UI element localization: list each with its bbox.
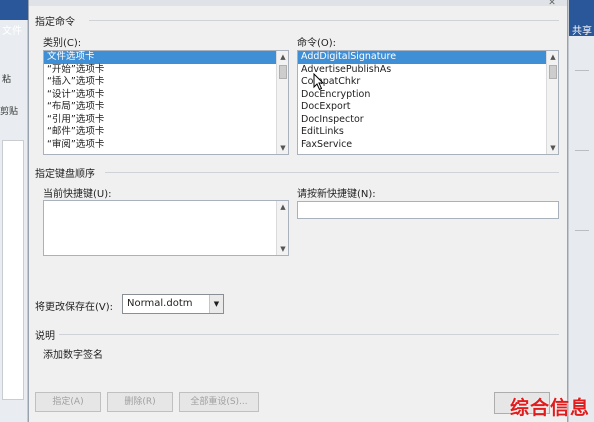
commands-label: 命令(O): <box>297 38 337 49</box>
category-list-item[interactable]: “插入”选项卡 <box>44 76 288 89</box>
scroll-down-icon[interactable]: ▼ <box>277 142 288 154</box>
command-list-item[interactable]: CompatChkr <box>298 76 558 89</box>
save-in-select[interactable]: Normal.dotm ▼ <box>122 294 224 314</box>
document-area-left <box>2 140 24 400</box>
categories-listbox[interactable]: 文件选项卡 “开始”选项卡 “插入”选项卡 “设计”选项卡 “布局”选项卡 “引用”选项卡… <box>43 50 289 155</box>
close-icon[interactable]: ✕ <box>543 0 561 8</box>
customize-keyboard-dialog: ✕ 指定命令 类别(C): 文件选项卡 “开始”选项卡 “插入”选项卡 “设计”选项卡… <box>28 0 568 422</box>
scroll-up-icon[interactable]: ▲ <box>277 51 288 63</box>
commands-listbox[interactable]: AddDigitalSignature AdvertisePublishAs Com… <box>297 50 559 155</box>
scroll-down-icon[interactable]: ▼ <box>277 243 288 255</box>
category-list-item[interactable]: “审阅”选项卡 <box>44 139 288 152</box>
command-list-item[interactable]: DocInspector <box>298 114 558 127</box>
scroll-up-icon[interactable]: ▲ <box>547 51 558 63</box>
chevron-down-icon[interactable]: ▼ <box>209 295 223 313</box>
description-heading: 说明 <box>35 331 55 342</box>
divider <box>575 230 589 231</box>
command-list-item[interactable]: DocEncryption <box>298 89 558 102</box>
clipboard-label: 剪贴 <box>0 107 19 117</box>
group-divider <box>59 334 559 335</box>
category-list-item[interactable]: “引用”选项卡 <box>44 114 288 127</box>
category-list-item[interactable]: “开始”选项卡 <box>44 64 288 77</box>
command-list-item[interactable]: AddDigitalSignature <box>298 51 558 64</box>
command-list-item[interactable]: DocExport <box>298 101 558 114</box>
categories-label: 类别(C): <box>43 38 82 49</box>
divider <box>575 70 589 71</box>
reset-all-button[interactable]: 全部重设(S)... <box>179 392 259 412</box>
category-list-item[interactable]: “邮件”选项卡 <box>44 126 288 139</box>
commands-items: AddDigitalSignature AdvertisePublishAs Com… <box>298 51 558 151</box>
assign-button[interactable]: 指定(A) <box>35 392 101 412</box>
current-keys-scrollbar[interactable]: ▲ ▼ <box>276 201 288 255</box>
ribbon-strip-left <box>0 0 28 20</box>
save-in-value: Normal.dotm <box>127 298 193 309</box>
scroll-down-icon[interactable]: ▼ <box>547 142 558 154</box>
keyboard-sequence-heading: 指定键盘顺序 <box>35 169 95 180</box>
categories-items: 文件选项卡 “开始”选项卡 “插入”选项卡 “设计”选项卡 “布局”选项卡 “引用”选项卡… <box>44 51 288 151</box>
categories-scrollbar[interactable]: ▲ ▼ <box>276 51 288 154</box>
scroll-thumb[interactable] <box>549 65 557 79</box>
background-window-right: 共享 <box>568 0 594 422</box>
category-list-item[interactable]: “设计”选项卡 <box>44 89 288 102</box>
background-window-left: 文件 粘 剪贴 <box>0 0 28 422</box>
watermark-logo: 综合信息 <box>509 397 590 419</box>
specify-command-heading: 指定命令 <box>35 17 75 28</box>
command-list-item[interactable]: AdvertisePublishAs <box>298 64 558 77</box>
category-list-item[interactable]: 文件选项卡 <box>44 51 288 64</box>
current-keys-label: 当前快捷键(U): <box>43 189 112 200</box>
paste-label: 粘 <box>2 75 12 85</box>
scroll-thumb[interactable] <box>279 65 287 79</box>
command-list-item[interactable]: EditLinks <box>298 126 558 139</box>
current-keys-listbox[interactable]: ▲ ▼ <box>43 200 289 256</box>
scroll-up-icon[interactable]: ▲ <box>277 201 288 213</box>
description-text: 添加数字签名 <box>43 350 103 361</box>
new-shortcut-input[interactable] <box>297 201 559 219</box>
group-divider <box>89 20 559 21</box>
category-list-item[interactable]: “布局”选项卡 <box>44 101 288 114</box>
group-divider <box>105 172 559 173</box>
new-key-label: 请按新快捷键(N): <box>297 189 376 200</box>
divider <box>575 150 589 151</box>
share-button[interactable]: 共享 <box>572 22 592 37</box>
mouse-cursor-icon <box>313 73 325 91</box>
command-list-item[interactable]: FaxService <box>298 139 558 152</box>
save-in-label: 将更改保存在(V): <box>35 302 114 313</box>
dialog-titlebar <box>29 0 567 6</box>
file-tab[interactable]: 文件 <box>2 22 22 37</box>
remove-button[interactable]: 删除(R) <box>107 392 173 412</box>
commands-scrollbar[interactable]: ▲ ▼ <box>546 51 558 154</box>
